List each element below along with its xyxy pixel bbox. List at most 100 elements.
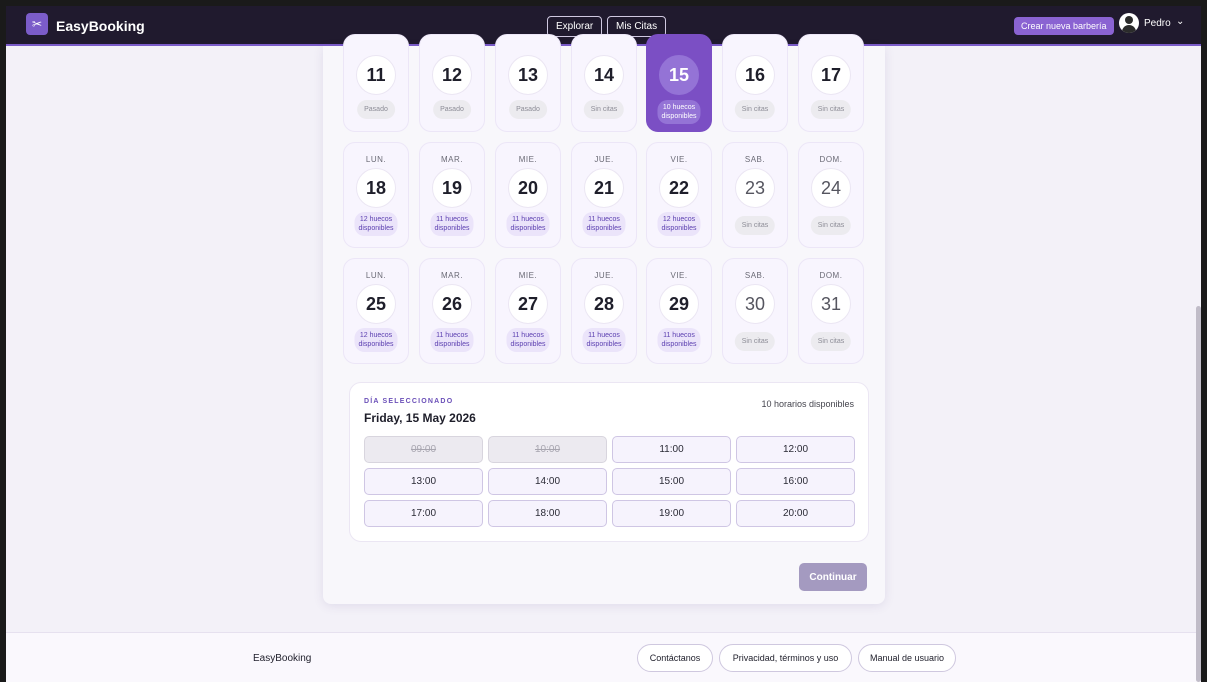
availability-badge: Sin citas [810,332,852,351]
availability-badge: 11 huecos disponibles [582,212,626,236]
day-number: 27 [508,284,548,324]
availability-badge: 11 huecos disponibles [582,328,626,352]
user-name[interactable]: Pedro [1144,18,1171,29]
selected-date: Friday, 15 May 2026 [364,411,476,425]
continue-button[interactable]: Continuar [799,563,867,591]
calendar-day[interactable]: LUN. 18 12 huecos disponibles [343,142,409,248]
time-slot[interactable]: 13:00 [364,468,483,495]
availability-badge: 11 huecos disponibles [430,212,474,236]
chevron-down-icon[interactable]: ⌄ [1176,16,1184,27]
availability-badge: Sin citas [810,216,852,235]
day-number: 14 [584,55,624,95]
weekday-label: MAR. [441,155,463,164]
day-number: 20 [508,168,548,208]
available-slots-count: 10 horarios disponibles [761,399,854,409]
create-barbershop-button[interactable]: Crear nueva barbería [1014,17,1114,35]
privacy-button[interactable]: Privacidad, términos y uso [719,644,852,672]
availability-badge: 11 huecos disponibles [506,212,550,236]
brand-name[interactable]: EasyBooking [56,18,145,34]
day-number: 17 [811,55,851,95]
weekday-label: JUE. [594,271,614,280]
day-number: 24 [811,168,851,208]
availability-badge: 11 huecos disponibles [430,328,474,352]
calendar-day[interactable]: MIE. 20 11 huecos disponibles [495,142,561,248]
availability-badge: Pasado [509,100,547,119]
time-slot[interactable]: 16:00 [736,468,855,495]
weekday-label: VIE. [670,155,688,164]
day-number: 29 [659,284,699,324]
weekday-label: MIE. [518,155,538,164]
day-number: 26 [432,284,472,324]
weekday-label: SAB. [744,155,766,164]
calendar-day[interactable]: LUN. 25 12 huecos disponibles [343,258,409,364]
page-scrollbar[interactable] [1196,306,1201,682]
availability-badge: Sin citas [734,332,776,351]
day-number: 18 [356,168,396,208]
footer-brand: EasyBooking [253,653,312,664]
availability-badge: Sin citas [583,100,625,119]
weekday-label: JUE. [594,155,614,164]
calendar-day[interactable]: 14 Sin citas [571,34,637,132]
availability-badge: 12 huecos disponibles [354,212,398,236]
selected-day-label: DÍA SELECCIONADO [364,398,454,405]
calendar-day[interactable]: JUE. 28 11 huecos disponibles [571,258,637,364]
time-slot[interactable]: 15:00 [612,468,731,495]
time-slot: 09:00 [364,436,483,463]
calendar-day[interactable]: DOM. 31 Sin citas [798,258,864,364]
time-slot[interactable]: 14:00 [488,468,607,495]
calendar-day[interactable]: SAB. 30 Sin citas [722,258,788,364]
calendar-day[interactable]: MAR. 26 11 huecos disponibles [419,258,485,364]
day-number: 21 [584,168,624,208]
day-number: 19 [432,168,472,208]
day-number: 15 [659,55,699,95]
time-slot[interactable]: 18:00 [488,500,607,527]
time-slot[interactable]: 17:00 [364,500,483,527]
day-number: 28 [584,284,624,324]
calendar-day[interactable]: 15 10 huecos disponibles [646,34,712,132]
contact-button[interactable]: Contáctanos [637,644,713,672]
availability-badge: Pasado [433,100,471,119]
calendar-day[interactable]: VIE. 29 11 huecos disponibles [646,258,712,364]
calendar-day[interactable]: 12 Pasado [419,34,485,132]
weekday-label: LUN. [365,271,387,280]
time-slot[interactable]: 12:00 [736,436,855,463]
weekday-label: MIE. [518,271,538,280]
calendar-day[interactable]: 13 Pasado [495,34,561,132]
scissors-icon[interactable]: ✂ [26,13,48,35]
calendar-day[interactable]: 16 Sin citas [722,34,788,132]
day-number: 25 [356,284,396,324]
footer: EasyBooking Contáctanos Privacidad, térm… [6,632,1201,682]
day-number: 30 [735,284,775,324]
availability-badge: 12 huecos disponibles [354,328,398,352]
calendar-day[interactable]: DOM. 24 Sin citas [798,142,864,248]
calendar-day[interactable]: MAR. 19 11 huecos disponibles [419,142,485,248]
day-number: 16 [735,55,775,95]
user-manual-button[interactable]: Manual de usuario [858,644,956,672]
availability-badge: 11 huecos disponibles [657,328,701,352]
user-avatar-icon[interactable] [1119,13,1139,33]
day-number: 23 [735,168,775,208]
availability-badge: Sin citas [810,100,852,119]
calendar-day[interactable]: VIE. 22 12 huecos disponibles [646,142,712,248]
weekday-label: SAB. [744,271,766,280]
calendar-day[interactable]: 17 Sin citas [798,34,864,132]
calendar-day[interactable]: SAB. 23 Sin citas [722,142,788,248]
app-window: ✂ EasyBooking Explorar Mis Citas Crear n… [6,6,1201,682]
weekday-label: DOM. [819,271,843,280]
time-slot[interactable]: 19:00 [612,500,731,527]
day-number: 11 [356,55,396,95]
availability-badge: 10 huecos disponibles [657,100,701,124]
availability-badge: Sin citas [734,216,776,235]
weekday-label: MAR. [441,271,463,280]
availability-badge: Pasado [357,100,395,119]
calendar-day[interactable]: MIE. 27 11 huecos disponibles [495,258,561,364]
availability-badge: 12 huecos disponibles [657,212,701,236]
calendar-day[interactable]: JUE. 21 11 huecos disponibles [571,142,637,248]
time-slot[interactable]: 11:00 [612,436,731,463]
calendar-day[interactable]: 11 Pasado [343,34,409,132]
weekday-label: VIE. [670,271,688,280]
time-slot[interactable]: 20:00 [736,500,855,527]
availability-badge: 11 huecos disponibles [506,328,550,352]
day-number: 22 [659,168,699,208]
day-number: 31 [811,284,851,324]
